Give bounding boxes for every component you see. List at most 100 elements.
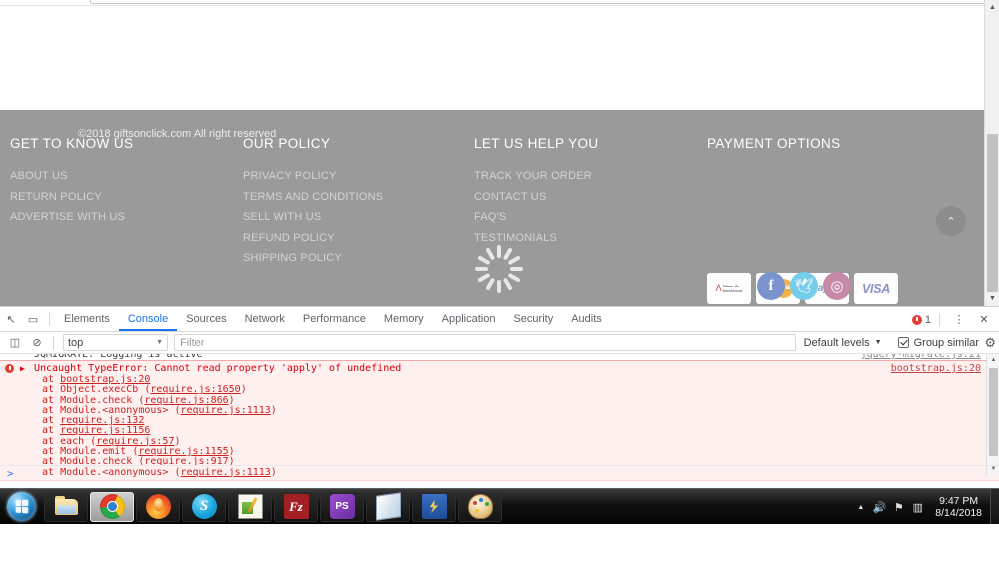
console-message-info[interactable]: JQMIGRATE: Logging is active jquery-migr… [0,354,999,361]
tab-sources[interactable]: Sources [177,307,235,331]
toolbar-divider [53,336,54,350]
footer-link-advertise-with-us[interactable]: ADVERTISE WITH US [10,211,133,223]
tab-application[interactable]: Application [433,307,505,331]
console-levels-dropdown[interactable]: Default levels ▼ [804,337,882,349]
close-devtools-icon[interactable]: ✕ [973,309,995,331]
footer-column-let-us-help-you: LET US HELP YOU TRACK YOUR ORDER CONTACT… [474,136,599,252]
footer-link-privacy-policy[interactable]: PRIVACY POLICY [243,170,383,182]
footer-link-return-policy[interactable]: RETURN POLICY [10,191,133,203]
taskbar-app-skype[interactable]: S [182,492,226,522]
taskbar-app-paint[interactable] [458,492,502,522]
levels-label: Default levels [804,337,870,349]
footer-link-track-your-order[interactable]: TRACK YOUR ORDER [474,170,599,182]
footer-column-our-policy: OUR POLICY PRIVACY POLICY TERMS AND COND… [243,136,383,273]
twitter-icon[interactable]: 🕊 [790,272,818,300]
gear-icon[interactable]: ⚙ [984,335,996,351]
notepad-icon [376,492,401,521]
taskbar-app-phpstorm[interactable]: PS [320,492,364,522]
console-filter-placeholder: Filter [180,337,204,349]
paint-palette-icon [468,494,493,519]
instagram-icon[interactable]: ◎ [823,272,851,300]
scroll-up-arrow-icon[interactable]: ▲ [985,0,999,15]
console-error-text: Uncaught TypeError: Cannot read property… [34,363,401,374]
expand-arrow-icon[interactable]: ▶ [20,362,25,375]
footer-link-sell-with-us[interactable]: SELL WITH US [243,211,383,223]
copyright-text: ©2018 giftsonclick.com All right reserve… [78,128,276,140]
group-similar-toggle[interactable]: Group similar [898,337,979,349]
devtools-tabbar-right: 1 ⋮ ✕ [912,307,995,332]
console-scrollbar[interactable]: ▲ ▼ [986,354,999,475]
inspect-element-icon[interactable]: ↖ [0,308,22,330]
browser-page-viewport: GET TO KNOW US ABOUT US RETURN POLICY AD… [0,0,999,306]
console-scrollbar-thumb[interactable] [989,368,998,456]
tab-audits[interactable]: Audits [562,307,611,331]
taskbar-app-windows-explorer[interactable] [44,492,88,522]
tab-security[interactable]: Security [504,307,562,331]
scroll-up-arrow-icon[interactable]: ▲ [987,354,999,366]
taskbar-app-filezilla[interactable]: Fz [274,492,318,522]
footer-link-about-us[interactable]: ABOUT US [10,170,133,182]
page-scrollbar[interactable]: ▲ ▼ [984,0,999,306]
back-to-top-button[interactable]: ⌃ [936,206,966,236]
stack-link[interactable]: require.js:1113 [180,405,270,416]
console-info-text: JQMIGRATE: Logging is active [34,354,203,360]
console-info-source-link[interactable]: jquery-migrate.js:21 [861,354,981,361]
group-similar-checkbox[interactable] [898,337,909,348]
tab-network[interactable]: Network [236,307,294,331]
scroll-down-arrow-icon[interactable]: ▼ [985,291,999,306]
phpstorm-icon: PS [330,494,355,519]
tab-console[interactable]: Console [119,307,177,331]
windows-logo-icon [7,492,36,521]
action-center-icon[interactable]: ⚑ [889,501,908,514]
system-tray: ▲ 🔊 ⚑ ▥ 9:47 PM 8/14/2018 [851,489,999,525]
firefox-icon [146,494,171,519]
chevron-down-icon: ▼ [875,339,882,346]
page-scrollbar-thumb[interactable] [987,134,998,292]
taskbar-items: S Fz PS [44,492,504,522]
volume-icon[interactable]: 🔊 [870,501,889,514]
error-count-value: 1 [925,314,931,326]
footer-link-faqs[interactable]: FAQ'S [474,211,599,223]
console-error-header[interactable]: ▶ Uncaught TypeError: Cannot read proper… [0,362,999,375]
windows-taskbar: S Fz PS ▲ 🔊 ⚑ ▥ 9:47 PM [0,488,999,524]
start-button[interactable] [2,491,40,523]
execution-context-select[interactable]: top ▼ [63,334,168,351]
footer-link-terms-and-conditions[interactable]: TERMS AND CONDITIONS [243,191,383,203]
facebook-icon[interactable]: f [757,272,785,300]
taskbar-app-google-chrome[interactable] [90,492,134,522]
taskbar-app-notepad[interactable] [366,492,410,522]
tab-performance[interactable]: Performance [294,307,375,331]
taskbar-app-mozilla-firefox[interactable] [136,492,180,522]
network-icon[interactable]: ▥ [908,501,927,514]
error-dot-icon [912,315,922,325]
footer-link-contact-us[interactable]: CONTACT US [474,191,599,203]
footer-heading: LET US HELP YOU [474,136,599,151]
console-message-error[interactable]: ▶ Uncaught TypeError: Cannot read proper… [0,361,999,481]
console-filter-input[interactable]: Filter [174,334,796,351]
devtools-panel: ↖ ▭ Elements Console Sources Network Per… [0,306,999,488]
tab-memory[interactable]: Memory [375,307,433,331]
group-similar-label: Group similar [914,337,979,349]
document-edit-icon [238,494,263,519]
console-toolbar: ◫ ⊘ top ▼ Filter Default levels ▼ Group … [0,332,999,354]
devtools-tabbar: ↖ ▭ Elements Console Sources Network Per… [0,307,999,332]
taskbar-clock[interactable]: 9:47 PM 8/14/2018 [927,495,990,519]
stack-frame[interactable]: at Module.<anonymous> (require.js:1113) [0,406,999,416]
console-sidebar-toggle-icon[interactable]: ◫ [4,332,26,354]
error-count-badge[interactable]: 1 [912,314,931,326]
show-desktop-button[interactable] [990,489,999,525]
taskbar-app-shortcut[interactable] [412,492,456,522]
footer-link-testimonials[interactable]: TESTIMONIALS [474,232,599,244]
more-options-icon[interactable]: ⋮ [948,309,970,331]
tab-elements[interactable]: Elements [55,307,119,331]
taskbar-app-editor-document[interactable] [228,492,272,522]
desktop-background [0,524,999,562]
console-input-prompt[interactable]: > [0,465,999,480]
show-hidden-icons-icon[interactable]: ▲ [851,504,870,511]
console-error-source-link[interactable]: bootstrap.js:20 [891,362,981,375]
skype-icon: S [192,494,217,519]
error-icon [5,364,14,373]
toggle-device-toolbar-icon[interactable]: ▭ [22,308,44,330]
clear-console-icon[interactable]: ⊘ [26,332,48,354]
footer-link-refund-policy[interactable]: REFUND POLICY [243,232,383,244]
